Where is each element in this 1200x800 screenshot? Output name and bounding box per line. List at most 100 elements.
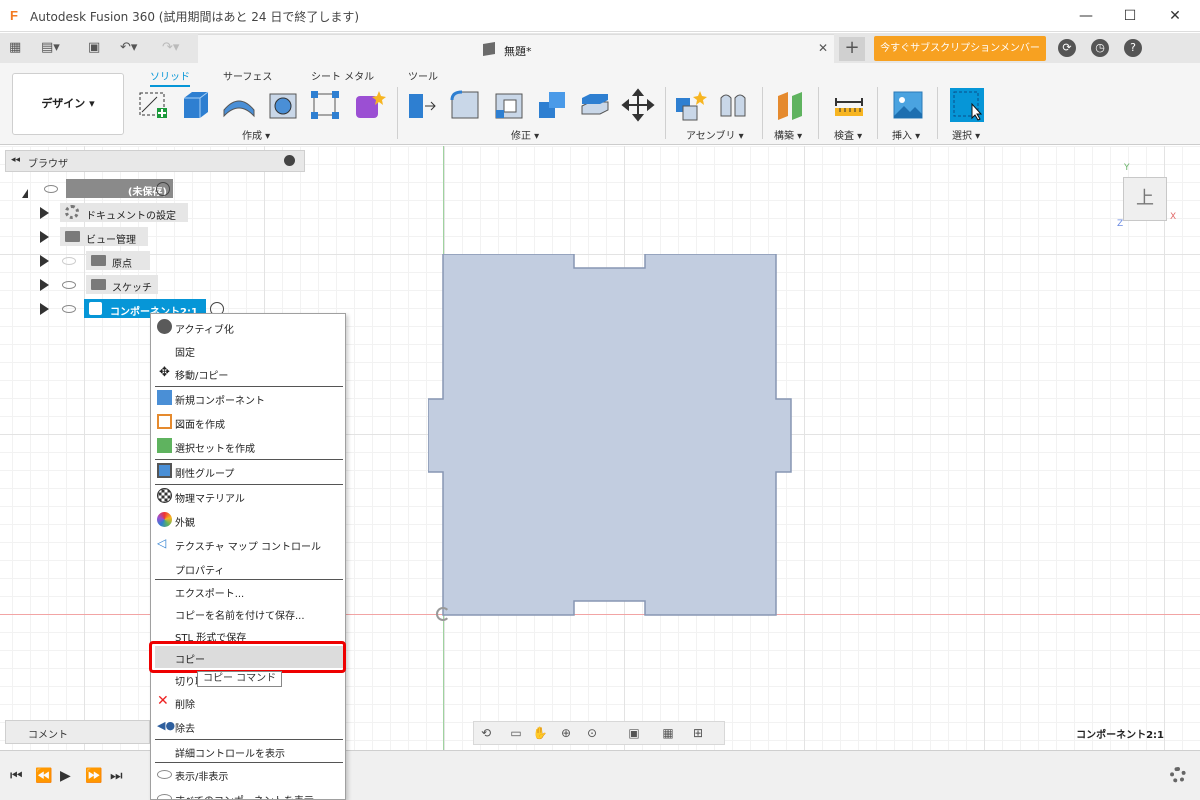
viewports-icon[interactable]: ⊞ bbox=[690, 725, 706, 741]
group-construct[interactable]: 構築 ▾ bbox=[774, 127, 802, 142]
menu-item-physical-material[interactable]: 物理マテリアル bbox=[155, 485, 343, 507]
undo-icon[interactable]: ↶▾ bbox=[120, 38, 137, 58]
menu-item-create-drawing[interactable]: 図面を作成 bbox=[155, 411, 343, 433]
collapse-arrow-icon[interactable] bbox=[22, 180, 28, 198]
maximize-button[interactable]: ☐ bbox=[1120, 6, 1140, 26]
revolve-icon[interactable] bbox=[222, 88, 256, 122]
menu-item-save-copy-as[interactable]: コピーを名前を付けて保存... bbox=[155, 602, 343, 624]
create-form-icon[interactable] bbox=[352, 88, 386, 122]
workspace-switcher[interactable]: デザイン ▾ bbox=[12, 73, 124, 135]
look-at-icon[interactable]: ▭ bbox=[508, 725, 524, 741]
expand-arrow-icon[interactable] bbox=[40, 303, 49, 315]
expand-arrow-icon[interactable] bbox=[40, 255, 49, 267]
menu-item-appearance[interactable]: 外観 bbox=[155, 509, 343, 531]
check-icon bbox=[157, 319, 172, 334]
expand-arrow-icon[interactable] bbox=[40, 231, 49, 243]
expand-arrow-icon[interactable] bbox=[40, 279, 49, 291]
menu-item-remove[interactable]: ◀● 除去 bbox=[155, 715, 343, 737]
redo-icon[interactable]: ↷▾ bbox=[162, 38, 179, 58]
menu-item-show-detail-control[interactable]: 詳細コントロールを表示 bbox=[155, 740, 343, 762]
new-tab-button[interactable]: + bbox=[839, 37, 865, 61]
measure-icon[interactable] bbox=[832, 88, 866, 122]
minimize-button[interactable]: — bbox=[1076, 6, 1096, 26]
combine-icon[interactable] bbox=[535, 88, 569, 122]
tab-sheet-metal[interactable]: シート メタル bbox=[311, 68, 374, 83]
go-to-end-icon[interactable]: ⏭ bbox=[110, 768, 123, 784]
job-status-icon[interactable]: ⟳ bbox=[1058, 39, 1076, 57]
hole-icon[interactable] bbox=[266, 88, 300, 122]
offset-face-icon[interactable] bbox=[578, 88, 612, 122]
group-assemble[interactable]: アセンブリ ▾ bbox=[686, 127, 744, 142]
new-component-icon[interactable] bbox=[673, 88, 707, 122]
group-inspect[interactable]: 検査 ▾ bbox=[834, 127, 862, 142]
zoom-window-icon[interactable]: ⊙ bbox=[584, 725, 600, 741]
folder-icon bbox=[91, 279, 106, 290]
app-grid-icon[interactable]: ▦ bbox=[9, 38, 21, 58]
menu-item-export[interactable]: エクスポート... bbox=[155, 580, 343, 602]
file-menu-icon[interactable]: ▤▾ bbox=[41, 38, 60, 58]
pan-icon[interactable]: ✋ bbox=[532, 725, 548, 741]
document-tab[interactable]: 無題* ✕ bbox=[198, 34, 834, 63]
shell-icon[interactable] bbox=[492, 88, 526, 122]
menu-item-new-component[interactable]: 新規コンポーネント bbox=[155, 387, 343, 409]
tree-root[interactable]: (未保存) bbox=[20, 179, 180, 199]
group-insert[interactable]: 挿入 ▾ bbox=[892, 127, 920, 142]
menu-item-texture-map[interactable]: ◁ テクスチャ マップ コントロール bbox=[155, 533, 343, 555]
component-body[interactable] bbox=[428, 254, 794, 618]
subscribe-button[interactable]: 今すぐサブスクリプションメンバーに... bbox=[874, 36, 1046, 79]
offset-plane-icon[interactable] bbox=[774, 88, 808, 122]
menu-item-rigid-group[interactable]: 剛性グループ bbox=[155, 460, 343, 482]
step-back-icon[interactable]: ⏪ bbox=[35, 768, 52, 784]
hidden-eye-icon[interactable] bbox=[62, 257, 76, 265]
tab-solid[interactable]: ソリッド bbox=[150, 68, 190, 87]
orbit-icon[interactable]: ⟲ bbox=[478, 725, 494, 741]
activate-radio-icon[interactable] bbox=[156, 182, 170, 196]
menu-item-properties[interactable]: プロパティ bbox=[155, 557, 343, 579]
fillet-icon[interactable] bbox=[448, 88, 482, 122]
go-to-start-icon[interactable]: ⏮ bbox=[10, 768, 23, 784]
tab-surface[interactable]: サーフェス bbox=[223, 68, 272, 83]
visibility-eye-icon[interactable] bbox=[44, 185, 58, 193]
tree-item-origin[interactable]: 原点 bbox=[36, 251, 156, 271]
play-icon[interactable]: ▶ bbox=[60, 768, 71, 784]
group-select[interactable]: 選択 ▾ bbox=[952, 127, 980, 142]
pattern-icon[interactable] bbox=[308, 88, 342, 122]
step-forward-icon[interactable]: ⏩ bbox=[85, 768, 102, 784]
menu-item-create-selection-set[interactable]: 選択セットを作成 bbox=[155, 435, 343, 457]
collapse-browser-icon[interactable]: ◂◂ bbox=[11, 155, 20, 165]
help-icon[interactable]: ? bbox=[1124, 39, 1142, 57]
comment-panel[interactable]: コメント bbox=[5, 720, 150, 744]
menu-item-show-hide[interactable]: 表示/非表示 bbox=[155, 763, 343, 785]
tree-item-view-management[interactable]: ビュー管理 bbox=[36, 227, 156, 247]
joint-icon[interactable] bbox=[716, 88, 750, 122]
menu-item-delete[interactable]: ✕ 削除 bbox=[155, 691, 343, 713]
group-create[interactable]: 作成 ▾ bbox=[242, 127, 270, 142]
press-pull-icon[interactable] bbox=[405, 88, 439, 122]
tree-item-sketches[interactable]: スケッチ bbox=[36, 275, 166, 295]
visibility-eye-icon[interactable] bbox=[62, 305, 76, 313]
menu-item-show-all-components[interactable]: すべてのコンポーネントを表示 bbox=[155, 787, 343, 799]
menu-item-move-copy[interactable]: ✥ 移動/コピー bbox=[155, 362, 343, 384]
close-window-button[interactable]: ✕ bbox=[1165, 6, 1185, 26]
visibility-eye-icon[interactable] bbox=[62, 281, 76, 289]
save-icon[interactable]: ▣ bbox=[88, 38, 100, 58]
menu-item-activate[interactable]: アクティブ化 bbox=[155, 316, 343, 338]
select-icon[interactable] bbox=[950, 88, 984, 122]
zoom-icon[interactable]: ⊕ bbox=[558, 725, 574, 741]
timeline-settings-icon[interactable] bbox=[1170, 767, 1186, 783]
create-sketch-icon[interactable] bbox=[137, 88, 171, 122]
tree-item-document-settings[interactable]: ドキュメントの設定 bbox=[36, 203, 188, 223]
move-copy-icon[interactable] bbox=[621, 88, 655, 122]
group-modify[interactable]: 修正 ▾ bbox=[511, 127, 539, 142]
display-settings-icon[interactable]: ▣ bbox=[626, 725, 642, 741]
tab-tools[interactable]: ツール bbox=[408, 68, 438, 83]
menu-item-ground[interactable]: 固定 bbox=[155, 339, 343, 361]
close-tab-icon[interactable]: ✕ bbox=[818, 41, 828, 55]
insert-image-icon[interactable] bbox=[891, 88, 925, 122]
view-cube[interactable]: 上 bbox=[1123, 177, 1167, 221]
expand-arrow-icon[interactable] bbox=[40, 207, 49, 219]
grid-settings-icon[interactable]: ▦ bbox=[660, 725, 676, 741]
extrude-icon[interactable] bbox=[178, 88, 212, 122]
clock-icon[interactable]: ◷ bbox=[1091, 39, 1109, 57]
minimize-browser-icon[interactable] bbox=[284, 155, 295, 166]
